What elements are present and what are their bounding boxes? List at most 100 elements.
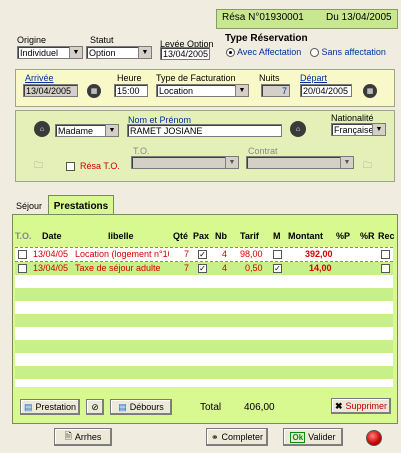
completer-button[interactable]: ⚭ Completer <box>206 428 268 446</box>
folder-icon: 🗀 <box>363 160 373 170</box>
table-row[interactable]: 13/04/05 Taxe de séjour adulte 7 ✓ 4 0,5… <box>15 262 393 275</box>
calendar-icon[interactable]: ▦ <box>87 84 101 98</box>
resa-number: Résa N°01930001 <box>222 12 304 23</box>
row-m-checkbox[interactable]: ✓ <box>273 264 282 273</box>
table-row <box>15 327 393 340</box>
table-row <box>15 366 393 379</box>
nuits-input: 7 <box>261 84 290 97</box>
col-pax: Pax <box>193 231 210 241</box>
radio-avec-label: Avec Affectation <box>237 47 302 57</box>
radio-avec-icon[interactable] <box>226 48 235 58</box>
row-montant: 392,00 <box>305 249 333 259</box>
arrivee-label: Arrivée <box>25 73 54 83</box>
table-row <box>15 288 393 301</box>
radio-sans-icon[interactable] <box>310 48 319 58</box>
contrat-select: ▼ <box>246 156 354 169</box>
link-icon: ⊘ <box>91 401 99 412</box>
resa-to-checkbox[interactable] <box>66 162 75 171</box>
origine-value: Individuel <box>20 48 59 58</box>
statut-select[interactable]: Option ▼ <box>86 46 152 59</box>
arrivee-input[interactable]: 13/04/2005 <box>23 84 78 97</box>
chevron-down-icon: ▼ <box>225 157 238 168</box>
chevron-down-icon[interactable]: ▼ <box>235 85 248 96</box>
total-value: 406,00 <box>244 402 275 413</box>
status-light-icon[interactable] <box>366 430 382 446</box>
table-row[interactable]: 13/04/05 Location (logement n°10 7 ✓ 4 9… <box>15 247 393 262</box>
row-m-checkbox[interactable] <box>273 250 282 259</box>
row-pax-checkbox[interactable]: ✓ <box>198 250 207 259</box>
table-row <box>15 340 393 353</box>
row-to-checkbox[interactable] <box>18 264 27 273</box>
col-tarif: Tarif <box>240 231 259 241</box>
debours-button[interactable]: ▤ Débours <box>110 399 172 415</box>
resa-date: Du 13/04/2005 <box>326 12 392 23</box>
statut-value: Option <box>89 48 116 58</box>
heure-label: Heure <box>117 73 142 83</box>
civilite-select[interactable]: Madame ▼ <box>55 124 119 137</box>
facturation-value: Location <box>159 86 194 96</box>
row-nb: 4 <box>222 249 228 259</box>
heure-input[interactable]: 15:00 <box>114 84 148 97</box>
nom-input[interactable]: RAMET JOSIANE <box>127 124 282 137</box>
facturation-select[interactable]: Location ▼ <box>156 84 249 97</box>
list-icon: ▤ <box>118 401 127 412</box>
col-qte: Qté <box>173 231 189 241</box>
link-button[interactable]: ⊘ <box>86 399 104 415</box>
statut-label: Statut <box>90 35 114 45</box>
levee-input[interactable]: 13/04/2005 <box>160 47 210 60</box>
col-pp: %P <box>336 231 351 241</box>
document-icon: 🗎 <box>64 431 72 441</box>
col-libelle: libelle <box>108 231 134 241</box>
radio-sans-affectation[interactable]: Sans affectation <box>310 47 386 58</box>
client-icon[interactable]: ⌂ <box>290 121 306 137</box>
valider-button[interactable]: Ok Valider <box>283 428 343 446</box>
radio-sans-label: Sans affectation <box>321 47 386 57</box>
row-date: 13/04/05 <box>33 249 69 259</box>
table-row <box>15 275 393 288</box>
client-icon[interactable]: ⌂ <box>34 121 50 137</box>
table-row <box>15 314 393 327</box>
row-date: 13/04/05 <box>33 263 69 273</box>
table-row <box>15 301 393 314</box>
nuits-label: Nuits <box>259 73 280 83</box>
table-row <box>15 353 393 366</box>
radio-avec-affectation[interactable]: Avec Affectation <box>226 47 302 58</box>
table-row <box>15 379 393 387</box>
supprimer-button[interactable]: ✖ Supprimer <box>331 398 391 414</box>
col-date: Date <box>42 231 62 241</box>
grid-header: T.O. Date libelle Qté Pax Nb Tarif M Mon… <box>15 231 395 245</box>
row-libelle: Taxe de séjour adulte <box>75 263 161 273</box>
row-qte: 7 <box>184 263 190 273</box>
to-label: T.O. <box>133 146 150 156</box>
origine-select[interactable]: Individuel ▼ <box>17 46 83 59</box>
row-qte: 7 <box>184 249 190 259</box>
chevron-down-icon[interactable]: ▼ <box>105 125 118 136</box>
arrhes-button[interactable]: 🗎 Arrhes <box>54 428 112 446</box>
row-rec-checkbox[interactable] <box>381 264 390 273</box>
calendar-icon[interactable]: ▦ <box>363 84 377 98</box>
tab-sejour[interactable]: Séjour <box>16 201 42 211</box>
type-reservation-label: Type Réservation <box>225 33 308 44</box>
col-montant: Montant <box>288 231 323 241</box>
nationalite-select[interactable]: Française ▼ <box>331 123 386 136</box>
prestation-button[interactable]: ▤ Prestation <box>20 399 80 415</box>
depart-input[interactable]: 20/04/2005 <box>300 84 352 97</box>
chevron-down-icon[interactable]: ▼ <box>138 47 151 58</box>
tab-prestations[interactable]: Prestations <box>48 195 114 216</box>
row-rec-checkbox[interactable] <box>381 250 390 259</box>
chevron-down-icon[interactable]: ▼ <box>372 124 385 135</box>
nationalite-label: Nationalité <box>331 113 374 123</box>
row-pax-checkbox[interactable]: ✓ <box>198 264 207 273</box>
resa-to-label: Résa T.O. <box>80 161 120 171</box>
depart-label: Départ <box>300 73 328 83</box>
col-m: M <box>273 231 281 241</box>
total-label: Total <box>200 402 222 413</box>
row-to-checkbox[interactable] <box>18 250 27 259</box>
civilite-value: Madame <box>58 126 94 136</box>
nationalite-value: Française <box>334 125 374 135</box>
origine-label: Origine <box>17 35 47 45</box>
chevron-down-icon: ▼ <box>340 157 353 168</box>
chevron-down-icon[interactable]: ▼ <box>69 47 82 58</box>
facturation-label: Type de Facturation <box>156 73 236 83</box>
delete-icon: ✖ <box>334 400 343 411</box>
